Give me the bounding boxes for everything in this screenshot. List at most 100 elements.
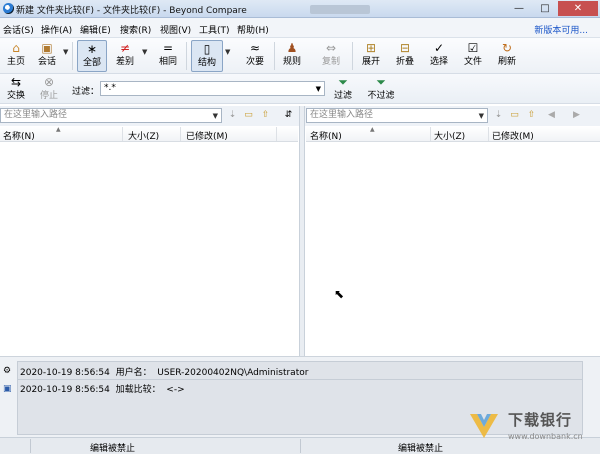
menu-tools[interactable]: 工具(T) [199, 23, 230, 36]
no-filter-button[interactable]: ⏷ 不过滤 [364, 74, 398, 106]
show-all-button[interactable]: ∗ 全部 [77, 40, 107, 72]
toolbar-separator [352, 42, 353, 70]
filter-button[interactable]: ⏷ 过滤 [328, 74, 358, 106]
session-button[interactable]: ▣ 会话 [32, 40, 62, 72]
collapse-tree-icon: ⊟ [399, 41, 411, 55]
left-go-icon[interactable]: ⇣ [226, 109, 239, 122]
right-file-pane[interactable] [305, 143, 600, 355]
close-button[interactable]: ✕ [558, 1, 598, 16]
back-icon[interactable]: ◀ [545, 109, 558, 122]
filter-label: 过滤： [72, 87, 100, 97]
forward-icon[interactable]: ▶ [570, 109, 583, 122]
left-sync-icon[interactable]: ⇵ [282, 109, 295, 122]
expand-tree-icon: ⊞ [365, 41, 377, 55]
log-line: 2020-10-19 8:56:54 用户名： USER-20200402NQ\… [20, 368, 309, 378]
column-divider[interactable] [180, 127, 181, 141]
sort-asc-icon: ▲ [56, 126, 61, 133]
stop-icon: ⊗ [43, 75, 55, 89]
swap-icon: ⇆ [10, 75, 22, 89]
window-title: 新建 文件夹比较(F) - 文件夹比较(F) - Beyond Compare [16, 6, 247, 16]
session-dropdown-icon[interactable]: ▼ [63, 48, 68, 56]
left-col-name[interactable]: 名称(N) [3, 129, 35, 142]
files-button[interactable]: ☑ 文件 [458, 40, 488, 72]
minimize-button[interactable]: — [506, 1, 532, 16]
stop-button[interactable]: ⊗ 停止 [34, 74, 64, 106]
toolbar-separator [186, 42, 187, 70]
collapse-button[interactable]: ⊟ 折叠 [390, 40, 420, 72]
document-icon: ▯ [203, 42, 211, 56]
downbank-logo-icon [470, 414, 498, 438]
title-ghost [310, 5, 370, 14]
right-folder-up-icon[interactable]: ⇧ [525, 109, 538, 122]
menu-view[interactable]: 视图(V) [160, 23, 191, 36]
copy-button[interactable]: ⇔ 复制 [316, 40, 346, 72]
right-col-name[interactable]: 名称(N) [310, 129, 342, 142]
main-toolbar: ⌂ 主页 ▣ 会话 ▼ ∗ 全部 ≠ 差别 ▼ = 相同 ▯ 结构 ▼ ≈ 次要… [0, 38, 600, 74]
left-browse-folder-icon[interactable]: ▭ [242, 109, 255, 122]
toolbar-separator [274, 42, 275, 70]
column-divider[interactable] [430, 127, 431, 141]
home-icon: ⌂ [12, 41, 20, 55]
pane-splitter[interactable] [299, 106, 305, 356]
watermark-url: www.downbank.cn [508, 432, 583, 441]
menu-search[interactable]: 搜索(R) [120, 23, 151, 36]
column-divider[interactable] [488, 127, 489, 141]
show-diff-button[interactable]: ≠ 差别 [110, 40, 140, 72]
right-browse-folder-icon[interactable]: ▭ [508, 109, 521, 122]
left-col-modified[interactable]: 已修改(M) [186, 129, 228, 142]
column-divider[interactable] [276, 127, 277, 141]
expand-button[interactable]: ⊞ 展开 [356, 40, 386, 72]
log-divider [18, 379, 582, 380]
left-column-header: 名称(N) ▲ 大小(Z) 已修改(M) [0, 126, 298, 142]
new-version-link[interactable]: 新版本可用... [534, 23, 588, 36]
show-same-button[interactable]: = 相同 [153, 40, 183, 72]
left-folder-up-icon[interactable]: ⇧ [259, 109, 272, 122]
structure-button[interactable]: ▯ 结构 [191, 40, 223, 72]
structure-dropdown-icon[interactable]: ▼ [225, 48, 230, 56]
right-path-input[interactable]: 在这里输入路径 ▼ [306, 108, 488, 123]
status-divider [300, 439, 301, 453]
mouse-cursor-icon: ⬉ [334, 287, 345, 301]
menu-actions[interactable]: 操作(A) [41, 23, 72, 36]
checkmarks-icon: ✓ [433, 41, 445, 55]
minor-button[interactable]: ≈ 次要 [240, 40, 270, 72]
right-path-dropdown-icon[interactable]: ▼ [479, 110, 484, 123]
menu-help[interactable]: 帮助(H) [237, 23, 269, 36]
menu-edit[interactable]: 编辑(E) [80, 23, 111, 36]
menu-bar: 会话(S) 操作(A) 编辑(E) 搜索(R) 视图(V) 工具(T) 帮助(H… [0, 18, 600, 38]
right-col-modified[interactable]: 已修改(M) [492, 129, 534, 142]
refresh-button[interactable]: ↻ 刷新 [492, 40, 522, 72]
site-watermark: 下载银行 www.downbank.cn [468, 408, 598, 448]
referee-icon: ♟ [286, 41, 298, 55]
funnel-off-icon: ⏷ [376, 75, 386, 89]
select-button[interactable]: ✓ 选择 [424, 40, 454, 72]
refresh-icon: ↻ [501, 41, 513, 55]
swap-button[interactable]: ⇆ 交换 [1, 74, 31, 106]
rules-button[interactable]: ♟ 规则 [277, 40, 307, 72]
toolbar-separator [72, 42, 73, 70]
column-divider[interactable] [122, 127, 123, 141]
left-status-text: 编辑被禁止 [90, 444, 136, 454]
left-path-input[interactable]: 在这里输入路径 ▼ [0, 108, 222, 123]
left-col-size[interactable]: 大小(Z) [128, 129, 159, 142]
save-icon[interactable]: ▣ [3, 384, 12, 394]
right-col-size[interactable]: 大小(Z) [434, 129, 465, 142]
title-bar: 新建 文件夹比较(F) - 文件夹比较(F) - Beyond Compare … [0, 0, 600, 18]
right-go-icon[interactable]: ⇣ [492, 109, 505, 122]
funnel-icon: ⏷ [338, 75, 348, 89]
menu-session[interactable]: 会话(S) [3, 23, 34, 36]
filter-input[interactable]: *.* ▼ [100, 81, 325, 96]
maximize-button[interactable]: □ [532, 1, 558, 16]
gear-icon[interactable]: ⚙ [3, 366, 11, 376]
briefcase-icon: ▣ [41, 41, 53, 55]
left-path-dropdown-icon[interactable]: ▼ [213, 110, 218, 123]
right-column-header: 名称(N) ▲ 大小(Z) 已修改(M) [306, 126, 600, 142]
home-button[interactable]: ⌂ 主页 [1, 40, 31, 72]
watermark-name: 下载银行 [508, 411, 573, 429]
left-file-pane[interactable] [0, 143, 299, 355]
diff-dropdown-icon[interactable]: ▼ [142, 48, 147, 56]
copy-arrows-icon: ⇔ [325, 41, 337, 55]
file-check-icon: ☑ [467, 41, 479, 55]
filter-dropdown-icon[interactable]: ▼ [316, 83, 321, 96]
right-status-text: 编辑被禁止 [398, 444, 444, 454]
